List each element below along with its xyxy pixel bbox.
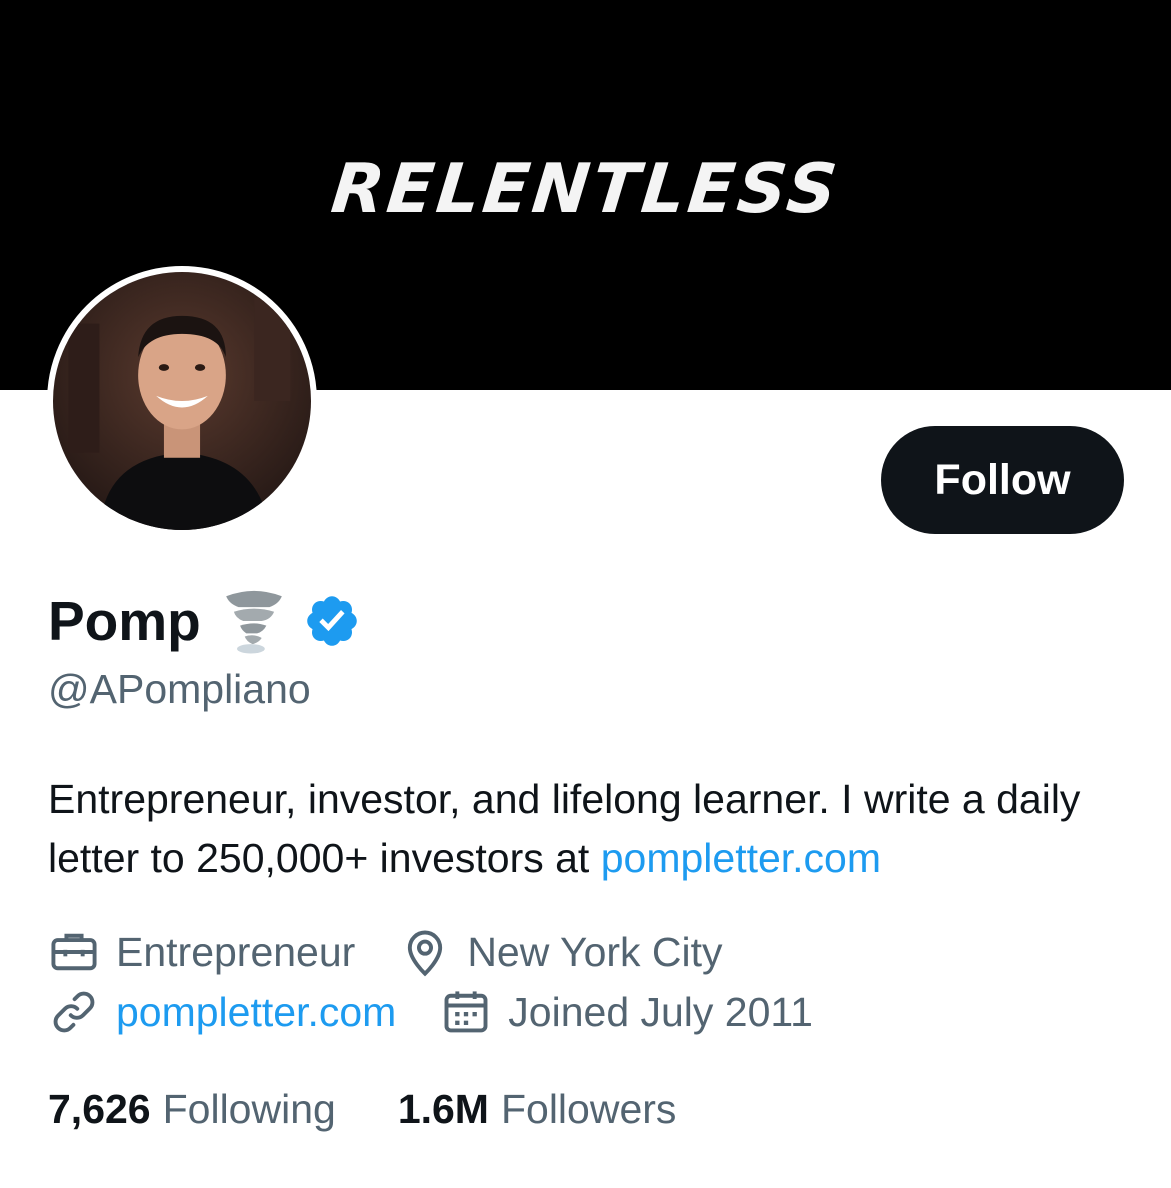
calendar-icon bbox=[444, 991, 488, 1033]
verified-badge-icon bbox=[307, 596, 357, 646]
following-label: Following bbox=[162, 1086, 336, 1132]
website-link[interactable]: pompletter.com bbox=[116, 989, 396, 1036]
follow-button[interactable]: Follow bbox=[881, 426, 1124, 534]
join-date: Joined July 2011 bbox=[440, 986, 813, 1038]
bio: Entrepreneur, investor, and lifelong lea… bbox=[48, 770, 1148, 888]
location-label: New York City bbox=[467, 928, 723, 975]
following-stat[interactable]: 7,626 Following bbox=[48, 1086, 336, 1133]
followers-stat[interactable]: 1.6M Followers bbox=[398, 1086, 677, 1133]
stats-row: 7,626 Following 1.6M Followers bbox=[48, 1086, 738, 1133]
avatar-photo-icon bbox=[53, 272, 311, 530]
profile-meta-row: Entrepreneur New York City bbox=[48, 926, 767, 978]
bio-text: Entrepreneur, investor, and lifelong lea… bbox=[48, 776, 1081, 881]
bio-link[interactable]: pompletter.com bbox=[601, 835, 881, 881]
profession-label: Entrepreneur bbox=[116, 928, 356, 975]
link-icon bbox=[53, 991, 95, 1033]
website[interactable]: pompletter.com bbox=[48, 986, 396, 1038]
tornado-emoji-icon bbox=[225, 590, 282, 654]
location-pin-icon bbox=[408, 930, 443, 977]
profile-meta-row-2: pompletter.com Joined July 2011 bbox=[48, 986, 857, 1038]
location: New York City bbox=[399, 926, 723, 978]
avatar[interactable] bbox=[47, 266, 317, 536]
followers-label: Followers bbox=[500, 1086, 677, 1132]
display-name: Pomp bbox=[48, 590, 201, 652]
join-date-label: Joined July 2011 bbox=[508, 988, 813, 1035]
name-row: Pomp bbox=[48, 586, 361, 656]
following-count: 7,626 bbox=[48, 1086, 151, 1132]
profession: Entrepreneur bbox=[48, 926, 355, 978]
followers-count: 1.6M bbox=[397, 1086, 489, 1132]
briefcase-icon bbox=[51, 933, 97, 971]
banner-text: RELENTLESS bbox=[327, 150, 844, 229]
handle: @APompliano bbox=[48, 666, 311, 712]
